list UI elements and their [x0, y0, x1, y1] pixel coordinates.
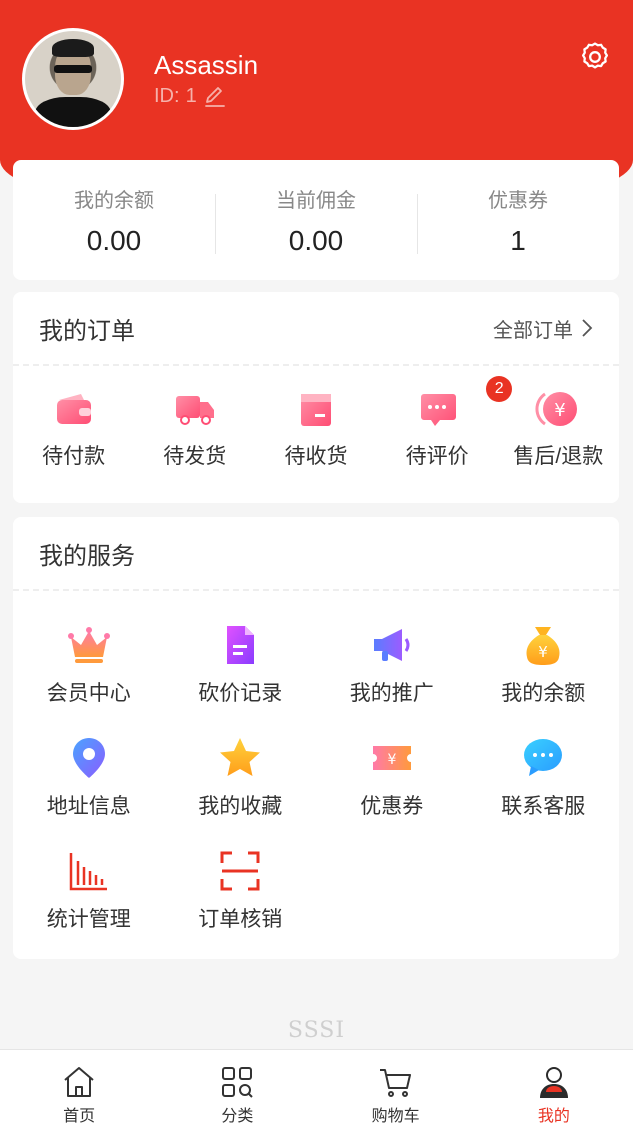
order-pending-payment[interactable]: 待付款	[13, 386, 134, 470]
scan-icon	[216, 847, 264, 895]
box-icon	[293, 386, 339, 432]
tab-home[interactable]: 首页	[0, 1050, 158, 1137]
service-label: 统计管理	[46, 908, 131, 931]
tab-label: 首页	[63, 1108, 96, 1125]
truck-icon	[172, 386, 218, 432]
refund-icon: ¥	[535, 386, 581, 432]
coupon-icon: ¥	[368, 734, 416, 782]
service-vip-center[interactable]: 会员中心	[13, 611, 165, 724]
order-status-row: 待付款 待发货 待收货 2 待评价 ¥ 售后/退款	[13, 366, 619, 470]
orders-header: 我的订单 全部订单	[13, 292, 619, 366]
settings-gear-icon[interactable]	[578, 40, 612, 74]
stat-commission[interactable]: 当前佣金 0.00	[215, 184, 417, 257]
service-bargain-records[interactable]: 砍价记录	[165, 611, 317, 724]
all-orders-link[interactable]: 全部订单	[493, 314, 593, 343]
orders-title: 我的订单	[39, 317, 135, 345]
service-promotion[interactable]: 我的推广	[316, 611, 468, 724]
stat-value: 0.00	[288, 224, 344, 256]
service-order-verify[interactable]: 订单核销	[165, 837, 317, 950]
svg-text:¥: ¥	[538, 643, 548, 661]
star-icon	[216, 734, 264, 782]
order-label: 待评价	[405, 445, 469, 468]
order-label: 售后/退款	[513, 445, 604, 468]
location-icon	[65, 734, 113, 782]
home-icon	[61, 1064, 97, 1100]
service-coupons[interactable]: ¥ 优惠券	[316, 724, 468, 837]
service-label: 订单核销	[198, 908, 283, 931]
stat-value: 1	[510, 224, 526, 256]
category-icon	[219, 1064, 255, 1100]
stat-coupons[interactable]: 优惠券 1	[417, 184, 619, 257]
stat-label: 优惠券	[488, 189, 548, 212]
document-icon	[216, 621, 264, 669]
service-label: 地址信息	[46, 795, 131, 818]
user-icon	[536, 1064, 572, 1100]
services-grid: 会员中心 砍价记录 我的推广 ¥ 我的余额 地址信息 我的收藏 ¥ 优惠券 联系…	[13, 591, 619, 950]
stat-label: 当前佣金	[276, 189, 356, 212]
tab-mine[interactable]: 我的	[475, 1050, 633, 1137]
tab-category[interactable]: 分类	[158, 1050, 316, 1137]
user-id-value: 1	[185, 84, 197, 107]
user-id-label: ID:	[154, 84, 180, 107]
avatar-image	[25, 31, 121, 127]
service-label: 会员中心	[46, 682, 131, 705]
chart-icon	[65, 847, 113, 895]
service-label: 我的推广	[349, 682, 434, 705]
tab-label: 分类	[221, 1108, 254, 1125]
all-orders-label: 全部订单	[493, 319, 573, 342]
order-label: 待收货	[284, 445, 348, 468]
service-favorites[interactable]: 我的收藏	[165, 724, 317, 837]
order-label: 待发货	[163, 445, 227, 468]
orders-card: 我的订单 全部订单 待付款 待发货 待收货 2 待评价 ¥ 售后/退款	[13, 292, 619, 503]
bottom-tabbar: 首页 分类 购物车 我的	[0, 1049, 633, 1137]
edit-icon[interactable]	[203, 84, 227, 108]
money-bag-icon: ¥	[519, 621, 567, 669]
service-my-balance[interactable]: ¥ 我的余额	[468, 611, 620, 724]
tab-label: 我的	[537, 1108, 570, 1125]
service-statistics[interactable]: 统计管理	[13, 837, 165, 950]
order-pending-shipment[interactable]: 待发货	[134, 386, 255, 470]
tab-cart[interactable]: 购物车	[317, 1050, 475, 1137]
service-label: 砍价记录	[198, 682, 283, 705]
megaphone-icon	[368, 621, 416, 669]
crown-icon	[65, 621, 113, 669]
stat-value: 0.00	[86, 224, 142, 256]
chat-icon	[519, 734, 567, 782]
svg-text:¥: ¥	[555, 400, 566, 421]
services-header: 我的服务	[13, 517, 619, 591]
service-label: 联系客服	[501, 795, 586, 818]
avatar[interactable]	[22, 28, 124, 130]
stat-label: 我的余额	[74, 189, 154, 212]
comment-icon: 2	[414, 376, 513, 432]
order-pending-receipt[interactable]: 待收货	[255, 386, 376, 470]
services-title: 我的服务	[39, 542, 135, 570]
service-label: 我的余额	[501, 682, 586, 705]
order-pending-review[interactable]: 2 待评价	[377, 376, 513, 470]
footer-brand: SSSI	[287, 1018, 346, 1043]
service-address[interactable]: 地址信息	[13, 724, 165, 837]
order-after-sales[interactable]: ¥ 售后/退款	[498, 386, 619, 470]
wallet-icon	[51, 386, 97, 432]
user-id-row: ID: 1	[154, 84, 227, 108]
cart-icon	[378, 1064, 414, 1100]
services-card: 我的服务 会员中心 砍价记录 我的推广 ¥ 我的余额 地址信息 我的收藏 ¥ 优…	[13, 517, 619, 959]
svg-text:¥: ¥	[387, 752, 396, 768]
order-label: 待付款	[42, 445, 106, 468]
chevron-right-icon	[581, 318, 593, 338]
username: Assassin	[154, 50, 259, 80]
service-customer-support[interactable]: 联系客服	[468, 724, 620, 837]
service-label: 优惠券	[360, 795, 424, 818]
tab-label: 购物车	[371, 1108, 420, 1125]
service-label: 我的收藏	[198, 795, 283, 818]
stat-balance[interactable]: 我的余额 0.00	[13, 184, 215, 257]
stats-card: 我的余额 0.00 当前佣金 0.00 优惠券 1	[13, 160, 619, 280]
